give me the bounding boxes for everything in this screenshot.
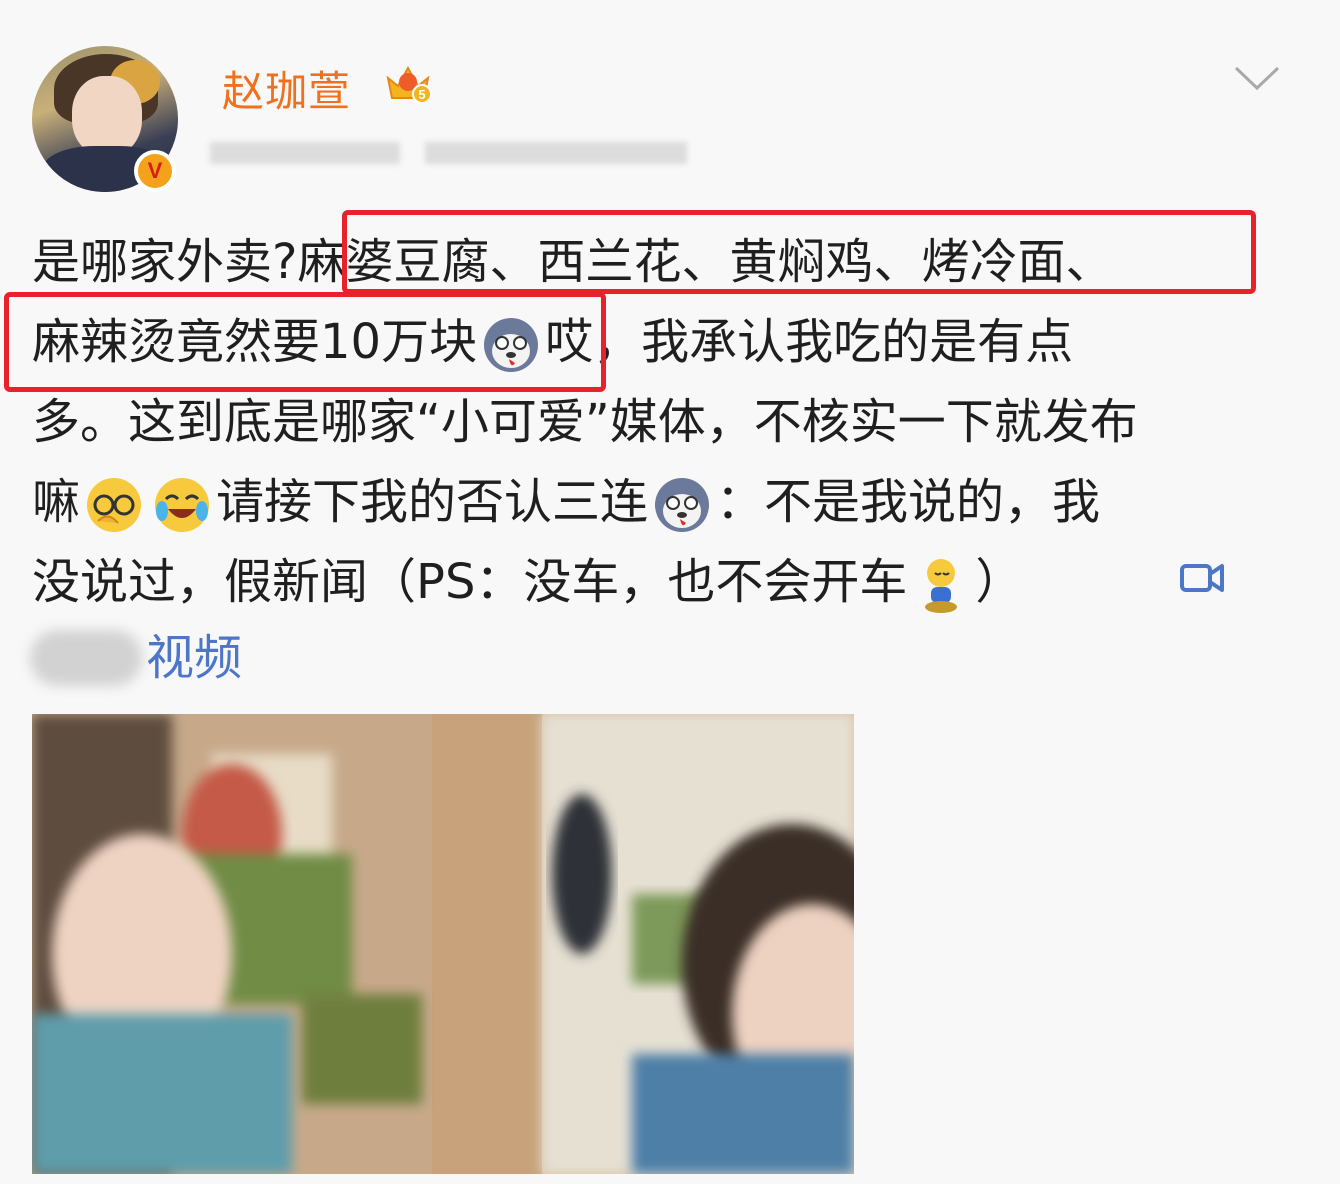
highlight-box-2: [4, 292, 606, 392]
video-camera-icon[interactable]: [1180, 560, 1224, 596]
post-text-line-5: 没说过，假新闻（PS：没车，也不会开车 ）: [32, 552, 1023, 615]
crown-vip-icon: 5: [386, 65, 432, 104]
text-segment: ：不是我说的，我: [716, 474, 1101, 530]
husky-emoji-icon: [652, 475, 712, 535]
text-segment: 嘛: [32, 474, 81, 530]
facepalm-glasses-emoji-icon: [84, 475, 144, 535]
text-segment: ）: [975, 554, 1024, 610]
text-segment: 是哪家外卖?: [32, 234, 298, 290]
laugh-cry-emoji-icon: [152, 475, 212, 535]
chevron-down-icon[interactable]: [1232, 62, 1282, 92]
post-source-blurred: [425, 142, 687, 164]
text-segment: 请接下我的否认三连: [216, 474, 649, 530]
post-text-line-4: 嘛 请接下我的否认三连 ：不是我说的，我: [32, 472, 1100, 535]
username[interactable]: 赵珈萱: [222, 58, 351, 119]
highlight-box-1: [342, 210, 1256, 294]
post-text-line-3: 多。这到底是哪家“小可爱”媒体，不核实一下就发布: [32, 392, 1138, 452]
video-link[interactable]: 视频: [146, 628, 242, 688]
post-meta-blurred: [210, 142, 400, 164]
video-source-blurred: [30, 630, 142, 686]
vip-level: 5: [418, 87, 425, 102]
post-image-illustration: [32, 714, 854, 1174]
avatar-face: [72, 76, 142, 156]
post-image[interactable]: [32, 714, 854, 1174]
text-segment: 多。这到底是哪家“小可爱”媒体，不核实一下就发布: [32, 394, 1138, 450]
verified-badge: V: [134, 150, 176, 192]
text-segment: 没说过，假新闻（PS：没车，也不会开车: [32, 554, 908, 610]
sitting-emoji-icon: [911, 555, 971, 615]
text-segment: 哎，我承认我吃的是有点: [545, 314, 1074, 370]
